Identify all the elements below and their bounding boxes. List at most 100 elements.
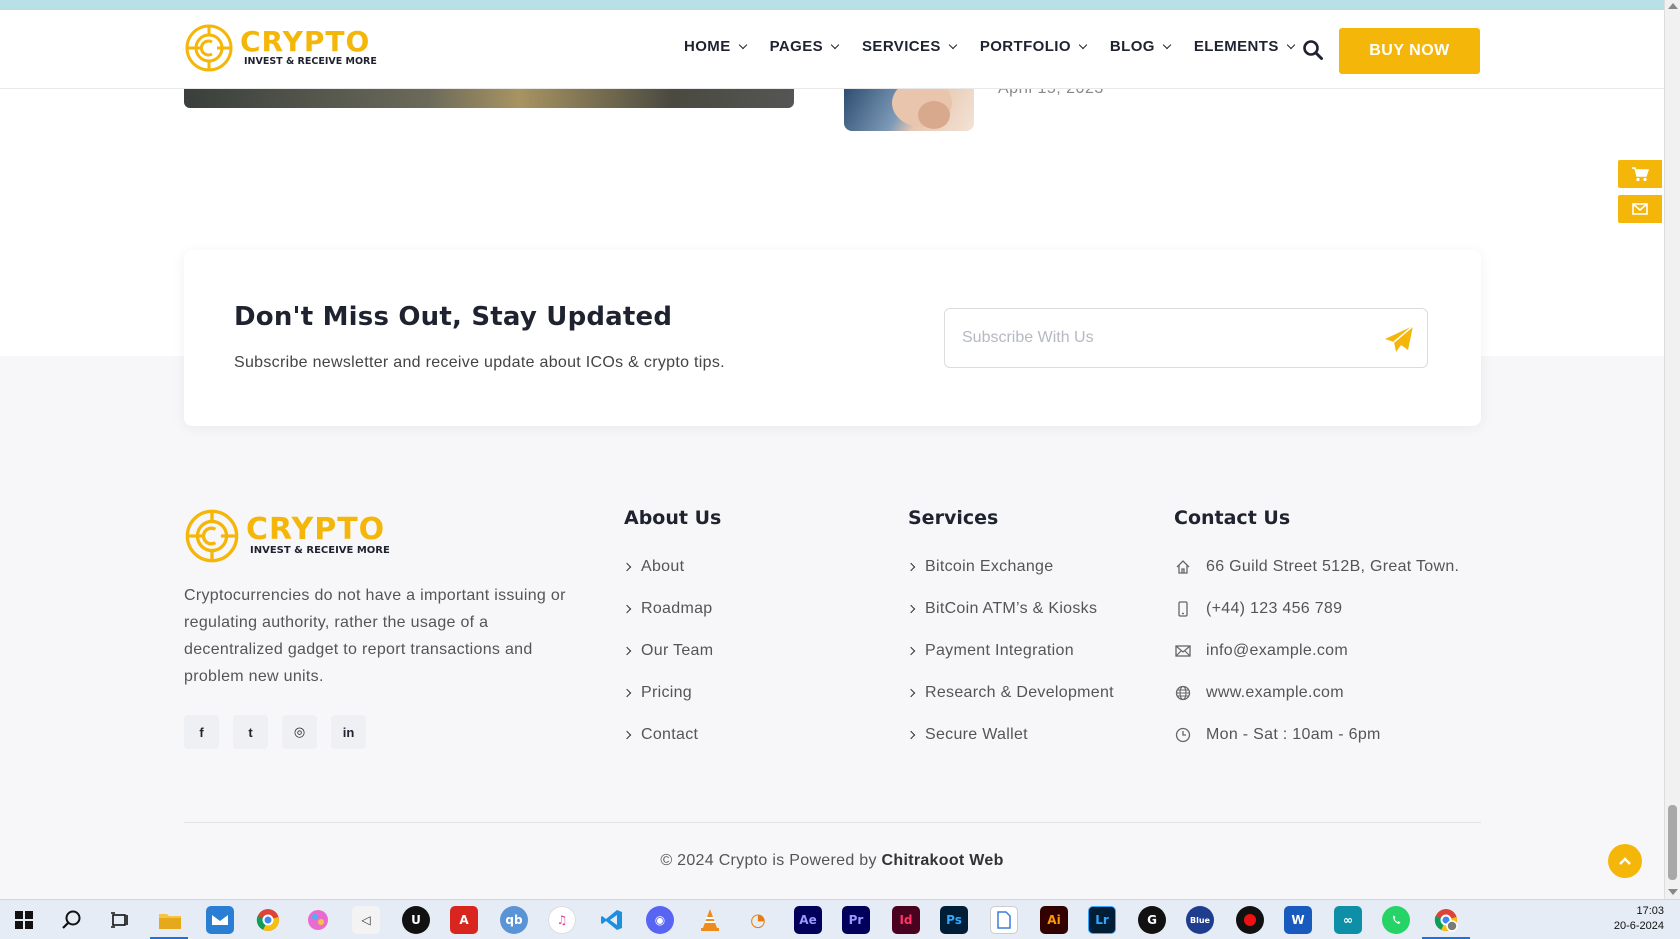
link-label: BitCoin ATM’s & Kiosks xyxy=(925,600,1098,617)
page-scrollbar[interactable] xyxy=(1664,0,1680,899)
bluestacks-icon[interactable]: Blue xyxy=(1186,906,1214,934)
paper-plane-icon[interactable] xyxy=(1384,325,1414,353)
system-clock[interactable]: 17:03 20-6-2024 xyxy=(1614,904,1664,934)
acrobat-icon[interactable]: A xyxy=(450,906,478,934)
chevron-down-icon xyxy=(1078,40,1088,49)
nav-label: ELEMENTS xyxy=(1193,38,1279,55)
footer-link-bitcoin-exchange[interactable]: Bitcoin Exchange xyxy=(906,558,1054,576)
nav-home[interactable]: HOME xyxy=(684,38,747,55)
mail-widget-button[interactable] xyxy=(1618,195,1662,223)
chevron-right-icon xyxy=(622,562,632,572)
lightroom-icon[interactable]: Lr xyxy=(1088,906,1116,934)
header-logo[interactable]: CRYPTO INVEST & RECEIVE MORE xyxy=(184,23,377,73)
discord-icon[interactable]: ◉ xyxy=(646,906,674,934)
facebook-icon: f xyxy=(199,724,204,740)
contact-website[interactable]: www.example.com xyxy=(1174,684,1344,702)
nav-blog[interactable]: BLOG xyxy=(1110,38,1172,55)
after-effects-icon[interactable]: Ae xyxy=(794,906,822,934)
itunes-icon[interactable]: ♫ xyxy=(548,906,576,934)
nav-label: HOME xyxy=(684,38,731,55)
link-label: Bitcoin Exchange xyxy=(925,558,1054,575)
browser-top-strip xyxy=(0,0,1680,10)
linkedin-icon: in xyxy=(342,724,355,740)
logo-tagline: INVEST & RECEIVE MORE xyxy=(244,56,377,67)
footer-link-payment-integration[interactable]: Payment Integration xyxy=(906,642,1074,660)
vlc-icon[interactable] xyxy=(696,906,724,934)
scroll-up-icon[interactable] xyxy=(1668,3,1678,9)
footer-about-text: Cryptocurrencies do not have a important… xyxy=(184,587,566,685)
search-icon[interactable] xyxy=(58,906,86,934)
back-to-top-button[interactable] xyxy=(1608,844,1642,878)
app-g-icon[interactable]: G xyxy=(1138,906,1166,934)
services-title: Services xyxy=(908,507,999,529)
logo-mark-icon xyxy=(185,509,239,563)
contact-text: info@example.com xyxy=(1206,642,1348,659)
nav-portfolio[interactable]: PORTFOLIO xyxy=(980,38,1088,55)
app-teal-icon[interactable]: ∞ xyxy=(1334,906,1362,934)
photoshop-icon[interactable]: Ps xyxy=(940,906,968,934)
nav-elements[interactable]: ELEMENTS xyxy=(1193,38,1295,55)
unreal-icon[interactable]: U xyxy=(402,906,430,934)
buy-now-button[interactable]: BUY NOW xyxy=(1339,28,1480,74)
chevron-right-icon xyxy=(906,646,916,656)
footer-link-about[interactable]: About xyxy=(622,558,684,576)
footer-link-bitcoin-atm[interactable]: BitCoin ATM’s & Kiosks xyxy=(906,600,1098,618)
home-icon xyxy=(1174,558,1192,576)
site-header: CRYPTO INVEST & RECEIVE MORE HOME PAGES … xyxy=(0,10,1664,89)
linkedin-button[interactable]: in xyxy=(331,715,366,749)
recorder-icon[interactable] xyxy=(1236,906,1264,934)
footer-link-roadmap[interactable]: Roadmap xyxy=(622,600,713,618)
powered-by-link[interactable]: Chitrakoot Web xyxy=(882,852,1004,869)
instagram-button[interactable]: ◎ xyxy=(282,715,317,749)
visual-studio-icon[interactable]: ◁ xyxy=(352,906,380,934)
footer-logo[interactable]: CRYPTO INVEST & RECEIVE MORE xyxy=(184,508,390,564)
blog-thumbnail[interactable] xyxy=(844,85,974,131)
whatsapp-icon[interactable] xyxy=(1382,906,1410,934)
chevron-right-icon xyxy=(906,730,916,740)
blender-icon[interactable]: ◔ xyxy=(744,906,772,934)
chevron-right-icon xyxy=(622,730,632,740)
word-icon[interactable]: W xyxy=(1284,906,1312,934)
chrome-profile-icon[interactable] xyxy=(1432,906,1460,934)
mail-app-icon[interactable] xyxy=(206,906,234,934)
scroll-down-icon[interactable] xyxy=(1668,889,1678,895)
indesign-icon[interactable]: Id xyxy=(892,906,920,934)
contact-address: 66 Guild Street 512B, Great Town. xyxy=(1174,558,1459,576)
start-icon[interactable] xyxy=(10,906,38,934)
twitter-button[interactable]: t xyxy=(233,715,268,749)
vscode-icon[interactable] xyxy=(598,906,626,934)
contact-email[interactable]: info@example.com xyxy=(1174,642,1348,660)
footer-link-research[interactable]: Research & Development xyxy=(906,684,1114,702)
mail-icon xyxy=(1632,203,1648,215)
footer-link-pricing[interactable]: Pricing xyxy=(622,684,692,702)
document-icon[interactable] xyxy=(990,906,1018,934)
scroll-thumb[interactable] xyxy=(1668,805,1677,880)
link-label: Roadmap xyxy=(641,600,713,617)
paint-icon[interactable] xyxy=(304,906,332,934)
chevron-right-icon xyxy=(906,562,916,572)
file-explorer-icon[interactable] xyxy=(156,906,184,934)
footer-link-contact[interactable]: Contact xyxy=(622,726,698,744)
copyright: © 2024 Crypto is Powered by Chitrakoot W… xyxy=(0,852,1664,870)
instagram-icon: ◎ xyxy=(293,724,306,739)
premiere-icon[interactable]: Pr xyxy=(842,906,870,934)
copyright-text: © 2024 Crypto is Powered by xyxy=(660,852,882,869)
contact-phone[interactable]: (+44) 123 456 789 xyxy=(1174,600,1342,618)
facebook-button[interactable]: f xyxy=(184,715,219,749)
footer-link-secure-wallet[interactable]: Secure Wallet xyxy=(906,726,1028,744)
nav-pages[interactable]: PAGES xyxy=(770,38,840,55)
newsletter-subtitle: Subscribe newsletter and receive update … xyxy=(234,354,725,371)
footer-link-our-team[interactable]: Our Team xyxy=(622,642,713,660)
about-us-title: About Us xyxy=(624,507,722,529)
search-icon[interactable] xyxy=(1302,39,1324,61)
chrome-icon[interactable] xyxy=(254,906,282,934)
cart-widget-button[interactable] xyxy=(1618,160,1662,188)
logo-mark-icon xyxy=(185,24,233,72)
clock-date: 20-6-2024 xyxy=(1613,920,1664,932)
illustrator-icon[interactable]: Ai xyxy=(1040,906,1068,934)
qbittorrent-icon[interactable]: qb xyxy=(500,906,528,934)
nav-services[interactable]: SERVICES xyxy=(862,38,958,55)
task-view-icon[interactable] xyxy=(106,906,134,934)
subscribe-input[interactable] xyxy=(944,308,1428,368)
envelope-icon xyxy=(1174,642,1192,660)
